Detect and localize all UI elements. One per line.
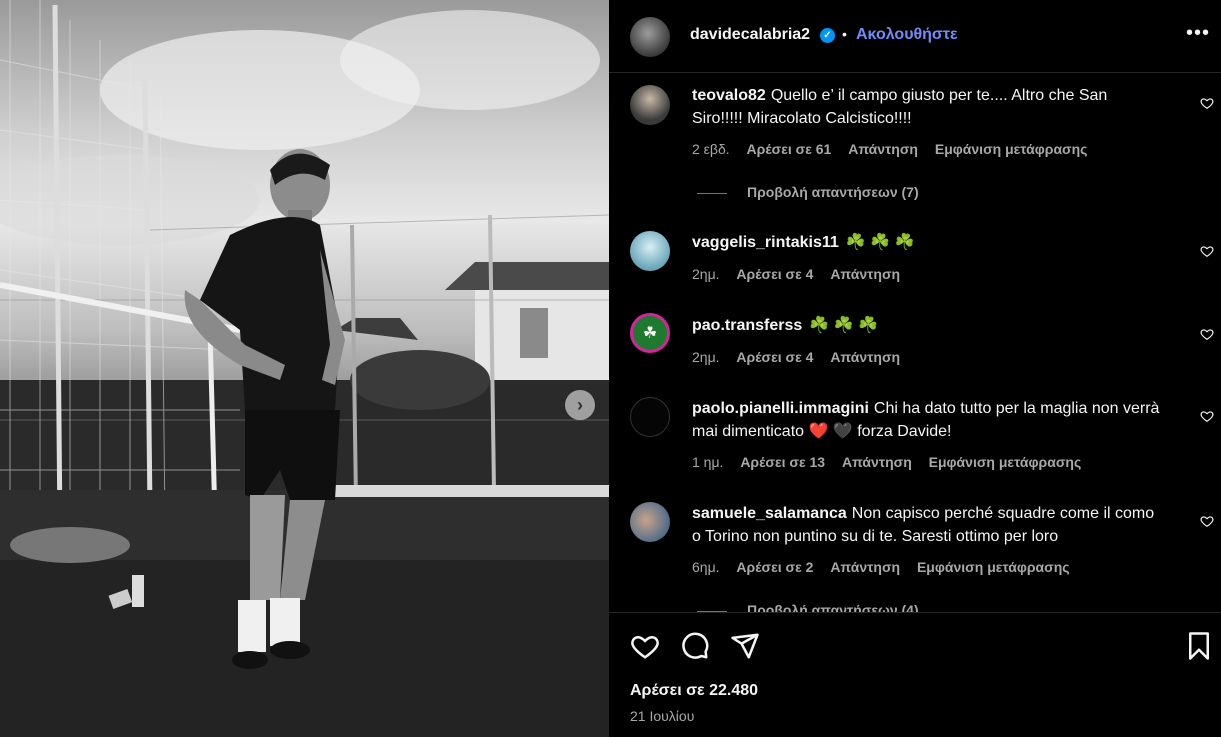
heart-icon[interactable] [1200,409,1214,423]
comment-icon[interactable] [680,631,710,661]
view-replies-button[interactable]: Προβολή απαντήσεων (7) [697,184,919,200]
author-username[interactable]: davidecalabria2 [690,26,810,44]
comment-text-block: paolo.pianelli.immagini Chi ha dato tutto… [692,397,1162,443]
comment-text-block: pao.transferss ☘️ ☘️ ☘️ [692,314,1162,337]
commenter-username[interactable]: pao.transferss [692,317,802,334]
comment-time: 6ημ. [692,559,720,575]
comments-list[interactable]: teovalo82 Quello e’ il campo giusto per t… [609,73,1221,613]
commenter-username[interactable]: teovalo82 [692,87,766,104]
comment-meta: 1 ημ. Αρέσει σε 13 Απάντηση Εμφάνιση μετ… [692,454,1094,470]
comment-time: 1 ημ. [692,454,724,470]
commenter-avatar[interactable]: ☘ [630,313,670,353]
post-actions-bar [609,612,1221,671]
comment-time: 2ημ. [692,349,720,365]
comment-meta: 2ημ. Αρέσει σε 4 Απάντηση [692,349,913,365]
comment-likes[interactable]: Αρέσει σε 13 [740,454,825,470]
separator-dot: • [842,26,847,42]
comment-likes[interactable]: Αρέσει σε 4 [736,266,813,282]
follow-button[interactable]: Ακολουθήστε [856,26,958,44]
heart-icon[interactable] [1200,244,1214,258]
heart-icon[interactable] [1200,327,1214,341]
bookmark-icon[interactable] [1184,631,1214,661]
reply-button[interactable]: Απάντηση [830,559,900,575]
reply-button[interactable]: Απάντηση [842,454,912,470]
comment-likes[interactable]: Αρέσει σε 61 [747,141,832,157]
commenter-avatar[interactable] [630,397,670,437]
reply-button[interactable]: Απάντηση [830,349,900,365]
replies-line [697,192,727,194]
commenter-username[interactable]: samuele_salamanca [692,505,847,522]
translate-button[interactable]: Εμφάνιση μετάφρασης [929,454,1082,470]
commenter-avatar[interactable] [630,85,670,125]
heart-icon[interactable] [630,631,660,661]
comment-meta: 2ημ. Αρέσει σε 4 Απάντηση [692,266,913,282]
share-icon[interactable] [730,631,760,661]
comment-time: 2 εβδ. [692,141,730,157]
comment-text: ☘️ ☘️ ☘️ [845,234,915,251]
next-photo-button[interactable]: › [565,390,595,420]
commenter-username[interactable]: paolo.pianelli.immagini [692,400,869,417]
translate-button[interactable]: Εμφάνιση μετάφρασης [935,141,1088,157]
heart-icon[interactable] [1200,96,1214,110]
comment-text-block: teovalo82 Quello e’ il campo giusto per t… [692,84,1162,130]
author-avatar[interactable] [630,17,670,57]
comment-text-block: samuele_salamanca Non capisco perché squa… [692,502,1162,548]
commenter-avatar[interactable] [630,231,670,271]
commenter-avatar[interactable] [630,502,670,542]
post-side-panel: davidecalabria2 ✓ • Ακολουθήστε ••• teov… [609,0,1221,737]
post-photo: › [0,0,609,737]
reply-button[interactable]: Απάντηση [848,141,918,157]
comment-meta: 2 εβδ. Αρέσει σε 61 Απάντηση Εμφάνιση με… [692,141,1100,157]
verified-icon: ✓ [820,28,835,43]
post-header: davidecalabria2 ✓ • Ακολουθήστε ••• [609,0,1221,73]
photo-scene [0,0,609,737]
view-replies-label: Προβολή απαντήσεων (7) [747,184,919,200]
likes-count[interactable]: Αρέσει σε 22.480 [630,682,758,700]
comment-likes[interactable]: Αρέσει σε 4 [736,349,813,365]
comment-time: 2ημ. [692,266,720,282]
commenter-username[interactable]: vaggelis_rintakis11 [692,234,839,251]
post-date[interactable]: 21 Ιουλίου [630,708,694,724]
comment-text: ☘️ ☘️ ☘️ [809,317,878,334]
translate-button[interactable]: Εμφάνιση μετάφρασης [917,559,1070,575]
heart-icon[interactable] [1200,514,1214,528]
more-icon[interactable]: ••• [1186,22,1210,45]
comment-likes[interactable]: Αρέσει σε 2 [736,559,813,575]
comment-text-block: vaggelis_rintakis11 ☘️ ☘️ ☘️ [692,231,1162,254]
reply-button[interactable]: Απάντηση [830,266,900,282]
comment-meta: 6ημ. Αρέσει σε 2 Απάντηση Εμφάνιση μετάφ… [692,559,1083,575]
